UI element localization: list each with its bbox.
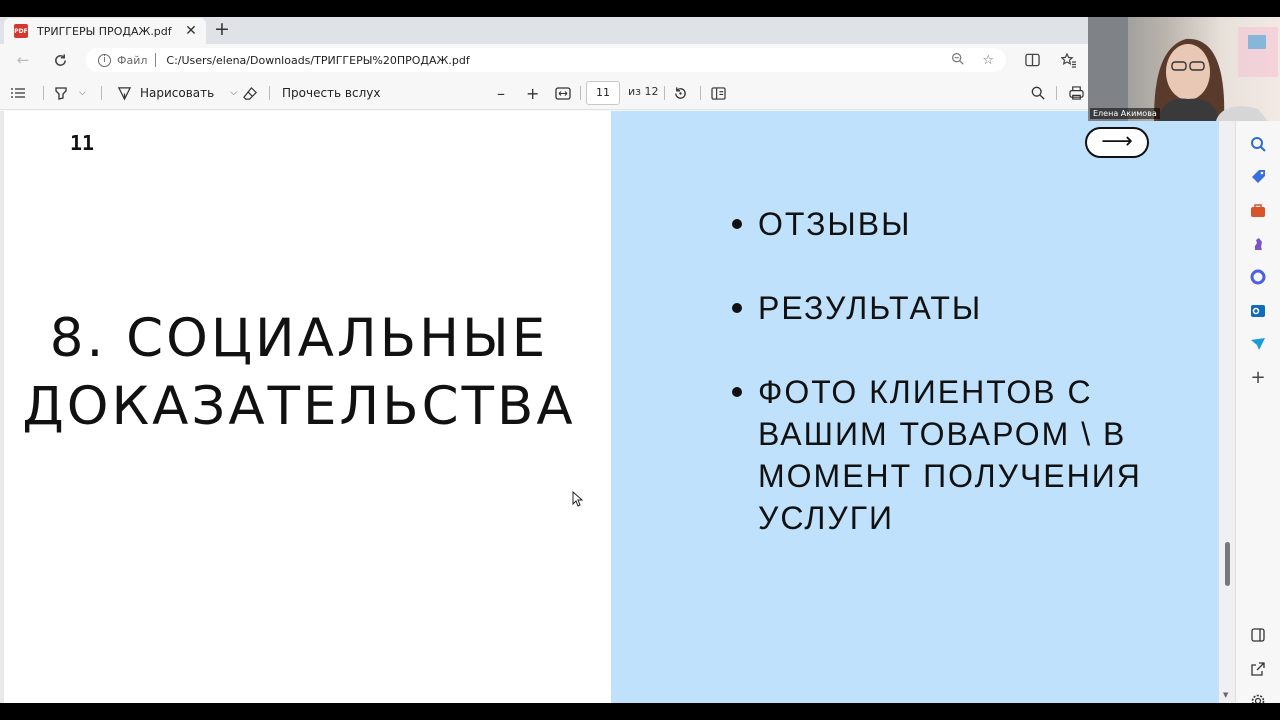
eraser-icon (243, 86, 257, 100)
shopping-tag-icon[interactable] (1250, 169, 1266, 185)
page-view-button[interactable] (711, 83, 726, 103)
add-sidebar-app-icon[interactable]: + (1250, 369, 1266, 387)
toolbar-divider (269, 86, 270, 100)
print-button[interactable] (1069, 83, 1084, 103)
bullet-item: ФОТО КЛИЕНТОВ С ВАШИМ ТОВАРОМ \ В МОМЕНТ… (730, 371, 1180, 539)
page-number-input[interactable]: 11 (586, 81, 620, 105)
office-icon[interactable] (1250, 269, 1266, 285)
pdf-page: 11 8. СОЦИАЛЬНЫЕ ДОКАЗАТЕЛЬСТВА ⟶ ОТЗЫВЫ… (4, 111, 1219, 703)
address-bar[interactable]: i Файл C:/Users/elena/Downloads/ТРИГГЕРЫ… (86, 48, 1006, 72)
chevron-down-icon[interactable]: ⌵ (230, 88, 237, 98)
split-screen-button[interactable] (1022, 50, 1042, 70)
reload-icon (54, 53, 66, 66)
toolbar-divider (664, 86, 665, 100)
reload-button[interactable] (50, 50, 70, 70)
slide-heading-line1: 8. СОЦИАЛЬНЫЕ (49, 308, 549, 369)
toolbar-divider (580, 86, 581, 100)
favorite-star-icon[interactable]: ☆ (982, 53, 994, 68)
read-aloud-label: Прочесть вслух (282, 86, 381, 100)
highlight-button[interactable]: ⌵ (53, 83, 86, 103)
arrow-right-icon: ⟶ (1085, 127, 1149, 158)
slide-heading-line2: ДОКАЗАТЕЛЬСТВА (22, 376, 576, 437)
scroll-down-arrow-icon[interactable]: ▼ (1223, 691, 1228, 699)
vertical-scrollbar[interactable]: ▼ (1219, 111, 1235, 703)
search-button[interactable] (1031, 83, 1045, 103)
toolbar-divider (700, 86, 701, 100)
toolbar-divider (101, 86, 102, 100)
eraser-button[interactable] (243, 83, 258, 103)
webcam-overlay: Елена Акимова (1088, 17, 1280, 121)
tab-strip: PDF ТРИГГЕРЫ ПРОДАЖ.pdf ✕ + (0, 17, 1088, 44)
highlighter-icon (55, 87, 67, 100)
participant-video (1088, 17, 1278, 121)
mouse-cursor-icon (572, 491, 584, 507)
games-chess-icon[interactable] (1250, 236, 1266, 252)
slide-heading: 8. СОЦИАЛЬНЫЕ ДОКАЗАТЕЛЬСТВА (4, 305, 594, 441)
favorites-list-icon (1061, 52, 1076, 68)
rotate-icon (675, 86, 686, 99)
edge-sidebar: + (1235, 110, 1280, 703)
external-link-icon[interactable] (1250, 661, 1266, 677)
print-icon (1069, 86, 1084, 100)
search-sidebar-icon[interactable] (1250, 136, 1266, 152)
bullet-item: РЕЗУЛЬТАТЫ (730, 287, 1180, 329)
tab-active[interactable]: PDF ТРИГГЕРЫ ПРОДАЖ.pdf ✕ (4, 18, 206, 44)
chevron-down-icon[interactable]: ⌵ (79, 88, 86, 98)
fit-width-button[interactable] (555, 83, 571, 103)
toolbar-divider (1056, 86, 1057, 100)
new-tab-button[interactable]: + (212, 20, 232, 40)
address-divider (155, 53, 157, 67)
zoom-in-button[interactable]: + (526, 83, 539, 103)
read-aloud-button[interactable]: Прочесть вслух (282, 83, 380, 103)
draw-label: Нарисовать (140, 86, 215, 100)
favorites-button[interactable] (1059, 50, 1079, 70)
settings-gear-icon[interactable] (1250, 693, 1266, 703)
outlook-icon[interactable] (1250, 303, 1266, 319)
url-text[interactable]: C:/Users/elena/Downloads/ТРИГГЕРЫ%20ПРОД… (166, 54, 933, 67)
draw-button[interactable]: Нарисовать ⌵ (117, 83, 237, 103)
slide-page-number: 11 (70, 131, 95, 155)
zoom-icon[interactable] (951, 52, 964, 69)
bullet-item: ОТЗЫВЫ (730, 203, 1180, 245)
participant-name-label: Елена Акимова (1090, 108, 1160, 119)
navigation-bar: ← i Файл C:/Users/elena/Downloads/ТРИГГЕ… (0, 44, 1088, 76)
draw-pen-icon (117, 86, 132, 100)
zoom-out-button[interactable]: – (497, 83, 505, 103)
send-icon[interactable] (1250, 336, 1266, 352)
browser-window: PDF ТРИГГЕРЫ ПРОДАЖ.pdf ✕ + ← i Файл C:/… (0, 17, 1280, 703)
rotate-button[interactable] (673, 83, 688, 103)
page-total-label: из 12 (628, 85, 659, 98)
info-icon[interactable]: i (98, 53, 111, 67)
split-screen-icon (1024, 53, 1040, 67)
close-tab-icon[interactable]: ✕ (184, 23, 198, 39)
pdf-file-icon: PDF (14, 24, 28, 38)
pdf-viewport[interactable]: 11 8. СОЦИАЛЬНЫЕ ДОКАЗАТЕЛЬСТВА ⟶ ОТЗЫВЫ… (0, 111, 1235, 703)
search-icon (1031, 86, 1045, 100)
toolbar-divider (43, 86, 44, 100)
fit-width-icon (555, 86, 571, 100)
tab-title: ТРИГГЕРЫ ПРОДАЖ.pdf (37, 24, 172, 38)
contents-button[interactable] (10, 83, 26, 103)
page-view-icon (711, 86, 726, 100)
pdf-toolbar: ⌵ Нарисовать ⌵ Прочесть вслух – + 11 из … (0, 76, 1088, 110)
scheme-label: Файл (117, 53, 148, 67)
tools-briefcase-icon[interactable] (1250, 203, 1266, 219)
back-button[interactable]: ← (13, 50, 33, 70)
scrollbar-thumb[interactable] (1225, 542, 1230, 586)
list-icon (11, 88, 25, 98)
sidebar-toggle-icon[interactable] (1250, 627, 1266, 643)
bullet-list: ОТЗЫВЫ РЕЗУЛЬТАТЫ ФОТО КЛИЕНТОВ С ВАШИМ … (730, 203, 1180, 581)
